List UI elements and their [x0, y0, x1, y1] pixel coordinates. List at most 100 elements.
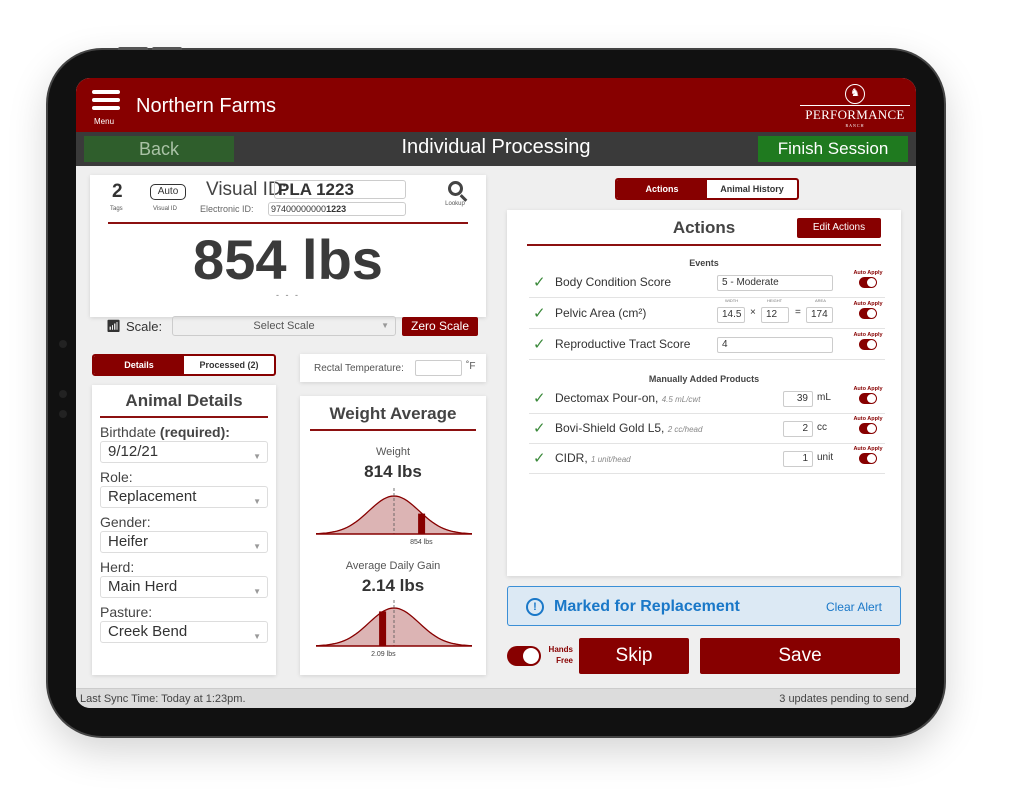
product-name-text: CIDR,: [555, 451, 588, 465]
auto-apply-toggle[interactable]: Auto Apply: [851, 301, 885, 319]
toggle-switch: [859, 423, 877, 434]
weight-average-card: Weight Average Weight 814 lbs 854 lbs Av…: [300, 396, 486, 675]
chevron-down-icon: ▼: [253, 632, 261, 641]
checkmark-icon[interactable]: ✓: [533, 335, 546, 353]
animal-marker-bar: [418, 513, 426, 534]
auto-apply-label: Auto Apply: [853, 416, 883, 422]
tab-details[interactable]: Details: [94, 356, 184, 374]
logo-text: PERFORMANCE: [805, 107, 905, 122]
auto-apply-label: Auto Apply: [853, 301, 883, 307]
edit-actions-button[interactable]: Edit Actions: [797, 218, 881, 238]
hands-free-line2: Free: [556, 656, 573, 665]
temperature-unit: ˚F: [466, 361, 476, 372]
horse-emblem-icon: ♞: [845, 84, 865, 104]
herd-select[interactable]: Main Herd ▼: [100, 576, 268, 598]
pasture-select[interactable]: Creek Bend ▼: [100, 621, 268, 643]
chevron-down-icon: ▼: [253, 452, 261, 461]
pelvic-area-input[interactable]: 174: [806, 307, 833, 323]
divider: [310, 429, 476, 431]
status-bar: Last Sync Time: Today at 1:23pm. 3 updat…: [76, 688, 916, 708]
auto-apply-toggle[interactable]: Auto Apply: [851, 416, 885, 434]
performance-ranch-logo: ♞ PERFORMANCE RANCH: [800, 84, 910, 128]
product-name-text: Dectomax Pour-on,: [555, 391, 659, 405]
tab-animal-history[interactable]: Animal History: [707, 180, 797, 198]
rectal-temperature-input[interactable]: [415, 360, 462, 376]
herd-value: Main Herd: [108, 578, 178, 595]
width-label: WIDTH: [725, 298, 739, 303]
auto-apply-toggle[interactable]: Auto Apply: [851, 386, 885, 404]
clear-alert-link[interactable]: Clear Alert: [826, 600, 882, 614]
gender-select[interactable]: Heifer ▼: [100, 531, 268, 553]
auto-apply-toggle[interactable]: Auto Apply: [851, 332, 885, 350]
area-label: AREA: [815, 298, 826, 303]
toggle-switch: [859, 453, 877, 464]
auto-apply-label: Auto Apply: [853, 270, 883, 276]
finish-session-button[interactable]: Finish Session: [758, 136, 908, 162]
event-name: Body Condition Score: [555, 275, 672, 289]
product-dose: 1 unit/head: [591, 455, 631, 464]
toggle-switch: [859, 339, 877, 350]
camera-dot: [59, 410, 67, 418]
product-dose: 4.5 mL/cwt: [661, 395, 701, 404]
eid-suffix: 1223: [326, 204, 347, 214]
hands-free-toggle[interactable]: [507, 646, 541, 666]
product-amount-input[interactable]: 2: [783, 421, 813, 437]
live-weight: 854 lbs: [193, 228, 383, 291]
back-button[interactable]: Back: [84, 136, 234, 162]
weight-label: Weight: [375, 446, 411, 458]
electronic-id-input[interactable]: 974000000001223: [268, 202, 406, 216]
replacement-alert: ! Marked for Replacement Clear Alert: [507, 586, 901, 626]
weight-distribution-curve: [316, 488, 472, 535]
checkmark-icon[interactable]: ✓: [533, 273, 546, 291]
tab-actions[interactable]: Actions: [617, 180, 707, 198]
app-screen: Menu Northern Farms ♞ PERFORMANCE RANCH …: [76, 78, 916, 708]
role-select[interactable]: Replacement ▼: [100, 486, 268, 508]
lookup-button[interactable]: Lookup: [440, 181, 470, 207]
birthdate-label-text: Birthdate: [100, 424, 157, 440]
birthdate-select[interactable]: 9/12/21 ▼: [100, 441, 268, 463]
product-amount-input[interactable]: 39: [783, 391, 813, 407]
tablet-frame: Menu Northern Farms ♞ PERFORMANCE RANCH …: [48, 47, 944, 736]
checkmark-icon[interactable]: ✓: [533, 449, 546, 467]
checkmark-icon[interactable]: ✓: [533, 304, 546, 322]
animal-details-card: Animal Details Birthdate (required): 9/1…: [92, 385, 276, 675]
tab-processed[interactable]: Processed (2): [184, 356, 274, 374]
auto-apply-toggle[interactable]: Auto Apply: [851, 270, 885, 288]
checkmark-icon[interactable]: ✓: [533, 419, 546, 437]
last-sync-time: Last Sync Time: Today at 1:23pm.: [80, 693, 246, 705]
pasture-label: Pasture:: [100, 604, 153, 620]
app-header: Menu Northern Farms ♞ PERFORMANCE RANCH: [76, 78, 916, 132]
details-tabs: Details Processed (2): [92, 354, 276, 376]
pelvic-width-input[interactable]: 14.5: [717, 307, 745, 323]
auto-apply-label: Auto Apply: [853, 332, 883, 338]
menu-button[interactable]: Menu: [92, 90, 122, 128]
events-section-title: Events: [689, 258, 719, 268]
products-section-title: Manually Added Products: [648, 374, 760, 384]
auto-visual-id-button[interactable]: Auto: [150, 184, 186, 200]
role-label: Role:: [100, 469, 133, 485]
gender-value: Heifer: [108, 533, 149, 550]
pelvic-height-input[interactable]: 12: [761, 307, 789, 323]
product-name-text: Bovi-Shield Gold L5,: [555, 421, 665, 435]
scale-select[interactable]: Select Scale ▼: [172, 316, 396, 336]
auto-apply-toggle[interactable]: Auto Apply: [851, 446, 885, 464]
event-row-body-condition: ✓ Body Condition Score 5 - Moderate Auto…: [529, 268, 885, 298]
tags-count[interactable]: 2: [112, 181, 123, 203]
animal-weight-marker-label: 854 lbs: [410, 539, 433, 546]
volume-button: [152, 47, 182, 50]
role-value: Replacement: [108, 488, 197, 505]
rectal-temperature-card: Rectal Temperature: ˚F: [300, 354, 486, 382]
product-amount-input[interactable]: 1: [783, 451, 813, 467]
info-alert-icon: !: [526, 598, 544, 616]
multiply-sign: ×: [750, 307, 756, 318]
save-button[interactable]: Save: [700, 638, 900, 674]
visual-id-input[interactable]: PLA 1223: [274, 180, 406, 199]
reproductive-tract-input[interactable]: 4: [717, 337, 833, 353]
body-condition-input[interactable]: 5 - Moderate: [717, 275, 833, 291]
skip-button[interactable]: Skip: [579, 638, 689, 674]
checkmark-icon[interactable]: ✓: [533, 389, 546, 407]
animal-adg-marker-label: 2.09 lbs: [371, 651, 396, 658]
weight-average-value: 814 lbs: [364, 462, 422, 481]
required-marker: (required):: [156, 424, 230, 440]
zero-scale-button[interactable]: Zero Scale: [402, 317, 478, 336]
